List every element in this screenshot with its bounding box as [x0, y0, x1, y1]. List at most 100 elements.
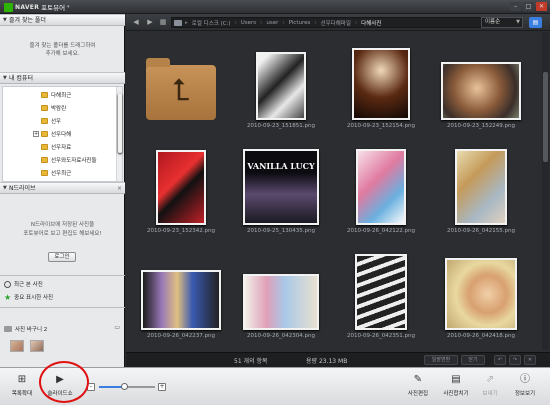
collapse-icon: ▼ [3, 75, 7, 81]
collapse-icon: ▼ [3, 185, 7, 191]
breadcrumb-item[interactable]: user [266, 20, 278, 26]
tree-item[interactable]: 선우 [41, 116, 61, 126]
tree-item[interactable]: 선우최근 [41, 168, 71, 178]
app-menu-chevron-icon[interactable]: ▾ [67, 4, 70, 10]
thumbnail-item[interactable]: 2010-09-26_042351.png [331, 242, 431, 344]
breadcrumb-item[interactable]: 로컬 디스크 (C:) [192, 19, 231, 27]
photo-basket-header[interactable]: 사진 바구니 2 [4, 325, 47, 333]
star-icon: ★ [4, 292, 12, 302]
folder-tree[interactable]: 다해최근 박람린 선우 + 선우다해 선우자료 선우와도자료사진들 선우최근 [2, 86, 123, 182]
zoom-slider[interactable]: - + [87, 382, 167, 392]
basket-thumbnail[interactable] [30, 340, 44, 352]
photo-viewer-window: NAVER 포토뷰어 ▾ – □ ✕ ▼ 즐겨 찾는 폴더 즐겨 찾는 폴더를 … [0, 0, 550, 405]
thumbnail-item[interactable]: 2010-09-23_152249.png [431, 32, 531, 134]
ndrive-header[interactable]: ▼ N드라이브 × [0, 182, 125, 194]
parent-folder-item[interactable]: ⮤ [131, 32, 231, 134]
chevron-down-icon: ▼ [516, 19, 520, 25]
info-button[interactable]: ⓘ 정보보기 [505, 374, 545, 404]
thumbnail-item[interactable]: VANILLA LUCY 2010-09-25_130435.png [231, 137, 331, 239]
grid-view-icon[interactable]: ▦ [157, 17, 169, 28]
close-icon[interactable]: × [117, 183, 122, 194]
clock-icon [4, 280, 11, 288]
basket-icon [4, 326, 12, 332]
maximize-icon[interactable]: □ [523, 2, 534, 11]
titlebar: NAVER 포토뷰어 ▾ – □ ✕ [0, 0, 550, 14]
photo-thumbnail [141, 270, 221, 330]
thumbnail-item[interactable]: 2010-09-23_151851.png [231, 32, 331, 134]
basket-label: 사진 바구니 2 [15, 327, 48, 333]
zoom-track[interactable] [99, 383, 155, 390]
close-icon[interactable]: ✕ [536, 2, 547, 11]
thumbnail-caption: 2010-09-23_152154.png [347, 123, 415, 129]
thumbnail-item[interactable]: 2010-09-26_042155.png [431, 137, 531, 239]
thumbnail-caption: 2010-09-26_042351.png [347, 333, 415, 339]
send-button[interactable]: ⇗ 보내기 [470, 374, 510, 404]
thumbnail-item[interactable]: 2010-09-23_152154.png [331, 32, 431, 134]
mycomputer-header[interactable]: ▼ 내 컴퓨터 [0, 72, 125, 84]
fit-list-button[interactable]: ⊞ 목록확대 [2, 374, 42, 404]
folder-icon [41, 157, 48, 163]
thumbnail-caption: 2010-09-26_042418.png [447, 333, 515, 339]
recent-label: 최근 본 사진 [14, 282, 43, 288]
tree-item-label: 다해최근 [51, 93, 72, 99]
fit-label: 목록확대 [11, 391, 33, 397]
basket-menu-icon[interactable]: ▭ [114, 324, 120, 331]
tree-item-label: 선우 [51, 119, 62, 125]
tree-item[interactable]: 선우자료 [41, 142, 71, 152]
brand-label: NAVER [15, 3, 40, 11]
send-icon: ⇗ [485, 374, 495, 385]
thumbnail-caption: 2010-09-23_152342.png [147, 228, 215, 234]
tree-item-label: 선우와도자료사진들 [51, 158, 97, 164]
photo-edit-button[interactable]: ✎ 사진편집 [398, 374, 438, 404]
tree-item[interactable]: 선우와도자료사진들 [41, 155, 97, 165]
forward-icon[interactable]: ▶ [144, 17, 156, 28]
important-photos-item[interactable]: ★ 중요 표시한 사진 [4, 292, 53, 302]
grid-scrollbar[interactable] [542, 32, 549, 350]
favorites-header[interactable]: ▼ 즐겨 찾는 폴더 [0, 14, 125, 26]
close-button[interactable]: 닫기 [461, 355, 485, 365]
expand-icon[interactable]: + [33, 131, 39, 137]
thumbnail-caption: 2010-09-23_152249.png [447, 123, 515, 129]
scrollbar-thumb[interactable] [118, 93, 122, 153]
folder-icon [41, 118, 48, 124]
login-button[interactable]: 로그인 [48, 252, 76, 262]
scrollbar-thumb[interactable] [543, 72, 548, 162]
breadcrumb-current[interactable]: 다해사진 [361, 19, 381, 27]
folder-icon [41, 170, 48, 176]
basket-thumbnail[interactable] [10, 340, 24, 352]
photo-thumbnail [356, 149, 406, 225]
sort-select[interactable]: 이름순 ▼ [481, 17, 523, 28]
thumbnail-item[interactable]: 2010-09-26_042122.png [331, 137, 431, 239]
tree-item-label: 선우다해 [51, 132, 72, 138]
thumbnail-item[interactable]: 2010-09-23_152342.png [131, 137, 231, 239]
favorites-hint-1: 즐겨 찾는 폴더를 드래그하여 [29, 43, 96, 49]
tree-item[interactable]: 다해최근 [41, 90, 71, 100]
minimize-icon[interactable]: – [510, 2, 521, 11]
zoom-knob[interactable] [121, 383, 129, 390]
batch-convert-button[interactable]: 일괄변환 [424, 355, 458, 365]
tree-item[interactable]: 박람린 [41, 103, 66, 113]
zoom-in-icon[interactable]: + [158, 383, 166, 391]
tree-item-label: 선우자료 [51, 145, 72, 151]
breadcrumb[interactable]: ▸ 로컬 디스크 (C:) › Users › user › Pictures › 선우… [171, 17, 504, 28]
thumbnail-item[interactable]: 2010-09-26_042237.png [131, 242, 231, 344]
tree-item[interactable]: 선우다해 [41, 129, 71, 139]
breadcrumb-item[interactable]: Pictures [289, 20, 311, 26]
view-mode-button[interactable]: ▤ [529, 17, 542, 28]
chevron-right-icon: ▸ [185, 19, 188, 26]
tree-scrollbar[interactable] [116, 87, 122, 181]
breadcrumb-item[interactable]: Users [241, 20, 256, 26]
thumbnail-item[interactable]: 2010-09-26_042418.png [431, 242, 531, 344]
rotate-left-icon[interactable]: ↶ [494, 355, 506, 365]
divider [0, 307, 125, 308]
recent-photos-item[interactable]: 최근 본 사진 [4, 279, 43, 289]
important-label: 중요 표시한 사진 [14, 295, 54, 301]
thumbnail-item[interactable]: 2010-09-26_042304.png [231, 242, 331, 344]
rotate-right-icon[interactable]: ↷ [509, 355, 521, 365]
naver-logo-icon [4, 2, 13, 12]
folder-icon [174, 19, 182, 26]
delete-icon[interactable]: ✕ [524, 355, 536, 365]
breadcrumb-item[interactable]: 선우다해파일 [321, 19, 351, 27]
back-icon[interactable]: ◀ [130, 17, 142, 28]
ndrive-hint-2: 포토뷰어로 보고 편집도 해보세요! [23, 231, 102, 237]
